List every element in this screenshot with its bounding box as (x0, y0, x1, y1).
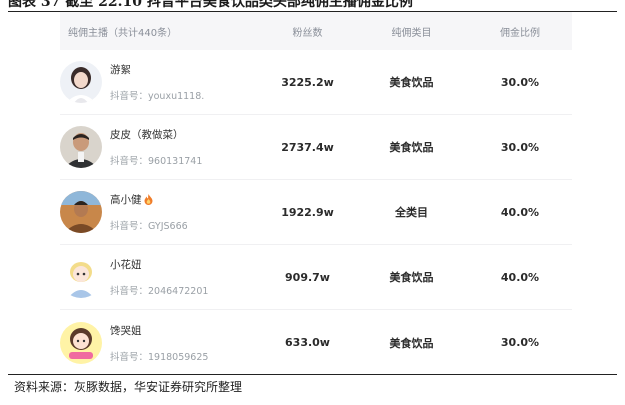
host-cell: 皮皮（教做菜） 抖音号：960131741 (60, 126, 260, 168)
host-name-text: 馋哭姐 (110, 324, 142, 337)
host-id: 抖音号：GYJS666 (110, 221, 188, 232)
host-name: 小花妞 (110, 257, 208, 272)
table-row[interactable]: 馋哭姐 抖音号：1918059625 633.0w 美食饮品 30.0% (60, 310, 572, 375)
host-id: 抖音号：960131741 (110, 156, 203, 167)
rate-cell: 40.0% (500, 270, 540, 284)
host-cell: 馋哭姐 抖音号：1918059625 (60, 321, 260, 364)
host-commission-table: 纯佣主播（共计440条） 粉丝数 纯佣类目 佣金比例 游絮 抖音号：youxu1… (60, 12, 572, 371)
host-name: 游絮 (110, 62, 204, 77)
host-name: 皮皮（教做菜） (110, 127, 202, 142)
rate-cell: 30.0% (500, 140, 540, 154)
category-cell: 美食饮品 (389, 271, 434, 284)
fire-icon (144, 194, 152, 205)
avatar[interactable] (60, 61, 102, 103)
host-info: 皮皮（教做菜） 抖音号：960131741 (110, 127, 202, 167)
host-info: 小花妞 抖音号：2046472201 (110, 257, 208, 297)
header-category: 纯佣类目 (391, 27, 432, 39)
category-cell: 全类目 (395, 206, 428, 219)
table-row[interactable]: 游絮 抖音号：youxu1118. 3225.2w 美食饮品 30.0% (60, 50, 572, 115)
host-name-text: 皮皮（教做菜） (110, 129, 184, 141)
category-cell: 美食饮品 (389, 141, 434, 154)
category-cell: 美食饮品 (389, 76, 434, 89)
rate-cell: 40.0% (500, 205, 540, 219)
table-header: 纯佣主播（共计440条） 粉丝数 纯佣类目 佣金比例 (60, 12, 572, 50)
host-cell: 高小健 抖音号：GYJS666 (60, 191, 260, 233)
table-row[interactable]: 小花妞 抖音号：2046472201 909.7w 美食饮品 40.0% (60, 245, 572, 310)
rate-cell: 30.0% (500, 336, 540, 349)
fans-cell: 2737.4w (281, 140, 334, 154)
header-fans: 粉丝数 (292, 27, 323, 39)
host-info: 高小健 抖音号：GYJS666 (110, 192, 188, 232)
host-info: 馋哭姐 抖音号：1918059625 (110, 323, 208, 363)
host-id: 抖音号：youxu1118. (110, 91, 205, 102)
header-host: 纯佣主播（共计440条） (68, 27, 178, 39)
avatar[interactable] (60, 321, 102, 364)
host-name-text: 游絮 (110, 64, 131, 76)
host-name-text: 小花妞 (110, 259, 142, 271)
avatar[interactable] (60, 126, 102, 168)
host-name: 馋哭姐 (110, 323, 208, 338)
host-name: 高小健 (110, 192, 188, 207)
host-cell: 游絮 抖音号：youxu1118. (60, 61, 260, 103)
fans-cell: 909.7w (285, 270, 330, 284)
host-name-text: 高小健 (110, 194, 142, 206)
avatar[interactable] (60, 256, 102, 298)
category-cell: 美食饮品 (389, 336, 434, 350)
table-row[interactable]: 皮皮（教做菜） 抖音号：960131741 2737.4w 美食饮品 30.0% (60, 115, 572, 180)
host-id: 抖音号：2046472201 (110, 286, 209, 297)
host-id: 抖音号：1918059625 (110, 351, 209, 363)
source-note: 资料来源：灰豚数据，华安证券研究所整理 (14, 380, 243, 394)
host-info: 游絮 抖音号：youxu1118. (110, 62, 204, 102)
avatar[interactable] (60, 191, 102, 233)
header-rate: 佣金比例 (500, 27, 540, 39)
fans-cell: 633.0w (285, 336, 330, 349)
fans-cell: 3225.2w (281, 75, 334, 89)
footer-divider (8, 374, 617, 375)
rate-cell: 30.0% (500, 75, 540, 89)
fans-cell: 1922.9w (281, 205, 334, 219)
host-cell: 小花妞 抖音号：2046472201 (60, 256, 260, 298)
table-row[interactable]: 高小健 抖音号：GYJS666 1922.9w 全类目 40.0% (60, 180, 572, 245)
